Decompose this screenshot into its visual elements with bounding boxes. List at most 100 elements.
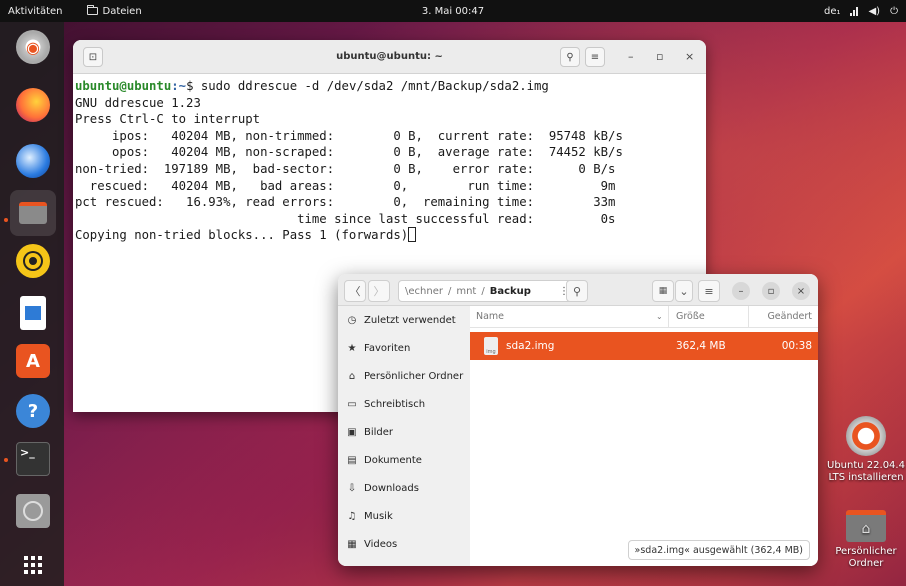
- activities-button[interactable]: Aktivitäten: [8, 6, 63, 17]
- volume-icon: ◀): [868, 5, 881, 17]
- home-folder-icon: ⌂: [846, 510, 886, 542]
- menu-button[interactable]: ≡: [698, 280, 720, 302]
- search-button[interactable]: ⚲: [566, 280, 588, 302]
- output-line: Copying non-tried blocks... Pass 1 (forw…: [75, 228, 409, 243]
- sidebar-item-pictures[interactable]: ▣ Bilder: [338, 418, 470, 446]
- text-cursor: [408, 227, 417, 243]
- app-menu[interactable]: Dateien: [86, 5, 142, 17]
- sidebar-item-desktop[interactable]: ▭ Schreibtisch: [338, 390, 470, 418]
- sidebar-item-music[interactable]: ♫ Musik: [338, 502, 470, 530]
- show-apps-icon[interactable]: [16, 548, 50, 582]
- sidebar-item-documents[interactable]: ▤ Dokumente: [338, 446, 470, 474]
- command-line: sudo ddrescue -d /dev/sda2 /mnt/Backup/s…: [200, 79, 549, 93]
- writer-icon[interactable]: [20, 296, 46, 330]
- close-button[interactable]: ×: [792, 282, 810, 300]
- breadcrumb-current[interactable]: Backup: [490, 286, 531, 297]
- minimize-button[interactable]: –: [732, 282, 750, 300]
- network-icon: [850, 6, 859, 16]
- installer-icon[interactable]: ◉: [16, 30, 50, 64]
- desktop-icon: ▭: [347, 398, 357, 410]
- installer-icon: [846, 416, 886, 456]
- minimize-button[interactable]: –: [628, 50, 634, 63]
- close-button[interactable]: ×: [685, 50, 694, 63]
- clock-icon: ◷: [347, 314, 357, 326]
- documents-icon: ▤: [347, 454, 357, 466]
- maximize-button[interactable]: ▫: [656, 50, 663, 63]
- sidebar-item-recent[interactable]: ◷ Zuletzt verwendet: [338, 306, 470, 334]
- sidebar-item-favorites[interactable]: ★ Favoriten: [338, 334, 470, 362]
- breadcrumb-mnt[interactable]: mnt: [456, 286, 476, 297]
- disc-icon[interactable]: [16, 494, 50, 528]
- sidebar-item-label: Zuletzt verwendet: [364, 314, 456, 326]
- pictures-icon: ▣: [347, 426, 357, 438]
- output-line: pct rescued: 16.93%, read errors: 0, rem…: [75, 195, 616, 210]
- files-headerbar[interactable]: 〈 〉 \echner / mnt / Backup ⋮ ⚲ ▦ ⌄ ≡ – ▫…: [338, 274, 818, 306]
- back-button[interactable]: 〈: [344, 280, 366, 302]
- music-icon: ♫: [347, 510, 357, 522]
- system-tray[interactable]: de₁ ◀) ⏻: [824, 6, 898, 17]
- top-bar: Aktivitäten Dateien 3. Mai 00:47 de₁ ◀) …: [0, 0, 906, 22]
- sidebar: ◷ Zuletzt verwendet ★ Favoriten ⌂ Persön…: [338, 306, 470, 566]
- sidebar-item-videos[interactable]: ▦ Videos: [338, 530, 470, 558]
- help-icon[interactable]: ?: [16, 394, 50, 428]
- sidebar-item-label: Videos: [364, 538, 398, 550]
- file-list[interactable]: Name ⌄ Größe Geändert img sda2.img 362,4…: [470, 306, 818, 566]
- terminal-output[interactable]: ubuntu@ubuntu:~$ sudo ddrescue -d /dev/s…: [73, 74, 706, 244]
- rhythmbox-icon[interactable]: [16, 244, 50, 278]
- output-line: opos: 40204 MB, non-scraped: 0 B, averag…: [75, 145, 623, 160]
- output-line: rescued: 40204 MB, bad areas: 0, run tim…: [75, 178, 616, 193]
- folder-icon: [86, 5, 98, 15]
- home-icon: ⌂: [348, 370, 356, 382]
- file-icon: img: [484, 337, 498, 355]
- keyboard-layout-indicator[interactable]: de₁: [824, 6, 841, 17]
- desktop-item-installer[interactable]: Ubuntu 22.04.4 LTS installieren: [826, 416, 906, 484]
- table-row[interactable]: img sda2.img 362,4 MB 00:38: [470, 332, 818, 360]
- column-size[interactable]: Größe: [676, 311, 705, 322]
- breadcrumb-root[interactable]: \echner: [405, 286, 443, 297]
- output-line: ipos: 40204 MB, non-trimmed: 0 B, curren…: [75, 128, 623, 143]
- power-icon: ⏻: [890, 5, 898, 17]
- app-center-icon[interactable]: A: [16, 344, 50, 378]
- view-options-button[interactable]: ⌄: [675, 280, 693, 302]
- sidebar-item-home[interactable]: ⌂ Persönlicher Ordner: [338, 362, 470, 390]
- column-name[interactable]: Name: [476, 311, 504, 322]
- clock[interactable]: 3. Mai 00:47: [422, 6, 484, 17]
- output-line: GNU ddrescue 1.23: [75, 95, 201, 110]
- desktop-item-label: Ubuntu 22.04.4: [827, 460, 905, 471]
- prompt-user: ubuntu@ubuntu: [75, 79, 172, 93]
- desktop-item-label: LTS installieren: [828, 472, 904, 483]
- sidebar-item-downloads[interactable]: ⇩ Downloads: [338, 474, 470, 502]
- forward-button[interactable]: 〉: [368, 280, 390, 302]
- breadcrumb[interactable]: \echner / mnt / Backup ⋮: [398, 280, 578, 302]
- firefox-icon[interactable]: [16, 88, 50, 122]
- sidebar-item-label: Dokumente: [364, 454, 422, 466]
- file-modified: 00:38: [781, 340, 812, 352]
- files-window[interactable]: 〈 〉 \echner / mnt / Backup ⋮ ⚲ ▦ ⌄ ≡ – ▫…: [338, 274, 818, 566]
- prompt-symbol: $: [186, 79, 201, 93]
- sort-chevron-icon[interactable]: ⌄: [656, 312, 663, 321]
- terminal-headerbar[interactable]: ⊡ ubuntu@ubuntu: ~ ⚲ ≡ – ▫ ×: [73, 40, 706, 74]
- output-line: time since last successful read: 0s: [75, 211, 616, 226]
- prompt-path: :~: [171, 79, 187, 93]
- desktop-item-label: Ordner: [848, 558, 884, 569]
- desktop-item-home[interactable]: ⌂ Persönlicher Ordner: [826, 510, 906, 570]
- sidebar-item-label: Downloads: [364, 482, 419, 494]
- output-line: Press Ctrl-C to interrupt: [75, 112, 261, 127]
- selection-status: »sda2.img« ausgewählt (362,4 MB): [627, 540, 810, 560]
- search-button[interactable]: ⚲: [560, 47, 580, 67]
- sidebar-item-label: Schreibtisch: [364, 398, 426, 410]
- videos-icon: ▦: [347, 538, 357, 550]
- menu-button[interactable]: ≡: [585, 47, 605, 67]
- files-dock-icon[interactable]: [10, 190, 56, 236]
- file-size: 362,4 MB: [676, 340, 726, 352]
- terminal-dock-icon[interactable]: >_: [16, 442, 50, 476]
- view-grid-button[interactable]: ▦: [652, 280, 674, 302]
- maximize-button[interactable]: ▫: [762, 282, 780, 300]
- column-modified[interactable]: Geändert: [767, 311, 812, 322]
- thunderbird-icon[interactable]: [16, 144, 50, 178]
- column-header: Name ⌄ Größe Geändert: [470, 306, 818, 328]
- sidebar-item-label: Musik: [364, 510, 393, 522]
- terminal-title: ubuntu@ubuntu: ~: [336, 51, 443, 62]
- running-indicator: [4, 458, 8, 462]
- app-menu-label: Dateien: [102, 5, 142, 17]
